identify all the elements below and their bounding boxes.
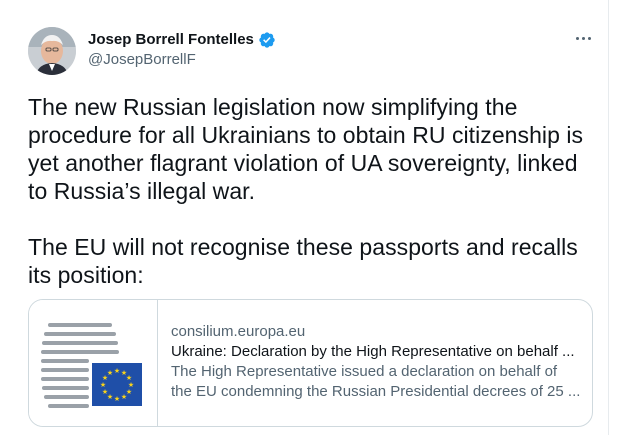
- more-horizontal-icon-dot: [581, 36, 585, 40]
- tweet-text: The new Russian legislation now simplify…: [28, 93, 598, 289]
- tweet-paragraph-1: The new Russian legislation now simplify…: [28, 94, 584, 204]
- link-card-text: consilium.europa.eu Ukraine: Declaration…: [171, 322, 581, 402]
- author-avatar[interactable]: [28, 27, 76, 75]
- tweet-paragraph-2: The EU will not recognise these passport…: [28, 234, 578, 288]
- svg-text:★: ★: [100, 381, 106, 389]
- svg-text:★: ★: [107, 369, 113, 377]
- link-preview-card[interactable]: ★ ★ ★ ★ ★ ★ ★ ★ ★ ★ ★ ★ consilium.europa…: [28, 299, 593, 427]
- link-title: Ukraine: Declaration by the High Represe…: [171, 343, 575, 360]
- svg-text:★: ★: [114, 367, 120, 375]
- author-name[interactable]: Josep Borrell Fontelles: [88, 31, 276, 49]
- svg-text:★: ★: [121, 393, 127, 401]
- more-horizontal-icon-dot: [587, 36, 591, 40]
- council-of-eu-logo: ★ ★ ★ ★ ★ ★ ★ ★ ★ ★ ★ ★: [41, 323, 142, 408]
- svg-text:★: ★: [102, 388, 108, 396]
- author-name-text: Josep Borrell Fontelles: [88, 31, 254, 48]
- avatar-image: [28, 27, 76, 75]
- svg-text:★: ★: [114, 395, 120, 403]
- verified-badge-icon: [259, 32, 275, 48]
- more-options-button[interactable]: [572, 28, 594, 48]
- link-description: The High Representative issued a declara…: [171, 363, 581, 400]
- author-handle[interactable]: @JosepBorrellF: [88, 51, 196, 69]
- link-thumbnail: ★ ★ ★ ★ ★ ★ ★ ★ ★ ★ ★ ★: [29, 300, 158, 426]
- tweet: Josep Borrell Fontelles @JosepBorrellF T…: [0, 0, 609, 435]
- more-horizontal-icon-dot: [575, 36, 579, 40]
- link-domain: consilium.europa.eu: [171, 323, 306, 340]
